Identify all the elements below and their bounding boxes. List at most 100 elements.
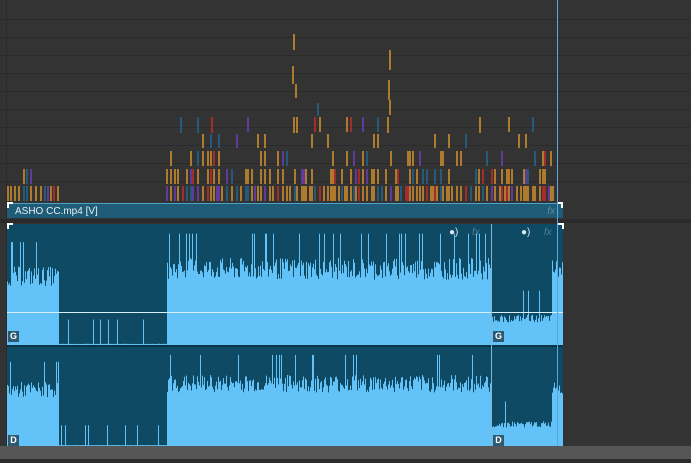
horizontal-scrollbar[interactable]	[0, 446, 691, 459]
waveform-bar	[195, 260, 196, 345]
waveform-bar	[269, 377, 270, 446]
waveform-bar	[506, 319, 507, 345]
waveform-bar	[512, 321, 513, 345]
waveform-bar	[553, 387, 554, 446]
waveform-bar	[479, 233, 480, 345]
waveform-bar	[169, 378, 170, 446]
waveform-bar	[539, 290, 540, 345]
waveform-bar	[316, 392, 317, 446]
waveform-bar	[438, 262, 439, 345]
video-clip[interactable]: ASHO CC.mp4 [V] fx	[7, 203, 563, 218]
waveform-bar	[441, 379, 442, 446]
waveform-bar	[229, 385, 230, 446]
waveform-bar	[447, 273, 448, 345]
waveform-bar	[108, 319, 109, 345]
waveform-bar	[264, 385, 265, 446]
waveform-bar	[27, 271, 28, 345]
waveform-bar	[50, 266, 51, 345]
waveform-bar	[263, 269, 264, 345]
waveform-bar	[386, 233, 387, 345]
waveform-bar	[422, 375, 423, 446]
waveform-bar	[430, 272, 431, 345]
waveform-bar	[401, 377, 402, 446]
waveform-bar	[529, 421, 530, 446]
waveform-bar	[396, 384, 397, 446]
channel-label-left: G	[493, 331, 504, 342]
audio-wave-icon[interactable]: ●)	[521, 227, 530, 238]
waveform-bar	[125, 425, 126, 446]
waveform-bar	[538, 426, 539, 446]
waveform-bar	[278, 384, 279, 446]
waveform-bar	[30, 392, 31, 446]
waveform-bar	[329, 262, 330, 345]
audio-wave-icon[interactable]: ●)	[449, 227, 458, 238]
waveform-bar	[428, 378, 429, 446]
waveform-bar	[361, 385, 362, 446]
fx-badge[interactable]: fx	[547, 205, 555, 218]
waveform-bar	[520, 423, 521, 446]
audio-clip[interactable]: ●) fx G D	[7, 224, 491, 446]
waveform-bar	[38, 268, 39, 345]
waveform-bar	[552, 392, 553, 446]
waveform-bar	[58, 271, 59, 345]
waveform-bar	[57, 270, 58, 345]
waveform-bar	[183, 380, 184, 446]
waveform-bar	[199, 385, 200, 446]
waveform-bar	[181, 265, 182, 345]
waveform-bar	[395, 266, 396, 345]
waveform-bar	[272, 354, 273, 446]
waveform-bar	[324, 379, 325, 446]
waveform-bar	[200, 354, 201, 446]
waveform-bar	[280, 258, 281, 345]
waveform-bar	[485, 233, 486, 345]
waveform-bar	[299, 233, 300, 345]
audio-clip[interactable]: ●) fx G D	[492, 224, 563, 446]
waveform-bar	[338, 390, 339, 446]
waveform-bar	[421, 389, 422, 446]
fx-badge[interactable]: fx	[472, 227, 480, 238]
waveform-bar	[37, 391, 38, 446]
waveform-bar	[203, 384, 204, 446]
waveform-bar	[439, 354, 440, 446]
waveform-bar	[544, 315, 545, 345]
waveform-bar	[505, 317, 506, 345]
waveform-bar	[283, 391, 284, 446]
clip-edit-point[interactable]	[491, 224, 492, 446]
waveform-bar	[537, 322, 538, 345]
waveform-bar	[440, 233, 441, 345]
waveform-bar	[308, 263, 309, 345]
waveform-bar	[422, 233, 423, 345]
volume-rubber-band[interactable]	[7, 312, 491, 313]
waveform-bar	[225, 383, 226, 446]
waveform-bar	[169, 233, 170, 345]
waveform-bar	[247, 381, 248, 446]
waveform-bar	[35, 388, 36, 446]
waveform-bar	[56, 273, 57, 345]
waveform-bar	[230, 258, 231, 345]
waveform-bar	[555, 269, 556, 345]
fx-badge[interactable]: fx	[544, 227, 552, 238]
waveform-bar	[281, 354, 282, 446]
volume-rubber-band[interactable]	[492, 312, 563, 313]
waveform-bar	[518, 314, 519, 345]
waveform-bar	[222, 384, 223, 446]
waveform-bar	[182, 386, 183, 446]
waveform-bar	[328, 392, 329, 446]
waveform-bar	[56, 361, 57, 446]
waveform-bar	[355, 375, 356, 446]
waveform-bar	[453, 259, 454, 345]
playhead[interactable]	[557, 0, 558, 446]
waveform-bar	[319, 389, 320, 446]
waveform-bar	[270, 380, 271, 446]
waveform-bar	[450, 274, 451, 345]
waveform-bar	[413, 380, 414, 446]
waveform-bar	[240, 380, 241, 446]
waveform-bar	[228, 390, 229, 446]
waveform-bar	[551, 421, 552, 446]
video-track-area[interactable]	[0, 0, 691, 219]
waveform-bar	[542, 423, 543, 446]
waveform-bar	[223, 269, 224, 345]
waveform-bar	[538, 318, 539, 345]
waveform-bar	[245, 376, 246, 446]
waveform-bar	[330, 376, 331, 446]
